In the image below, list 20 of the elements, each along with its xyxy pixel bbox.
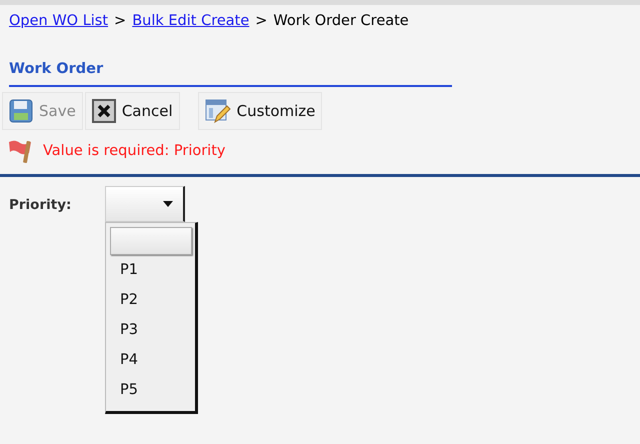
edit-form-icon xyxy=(204,98,231,124)
breadcrumb-separator: > xyxy=(255,13,268,31)
breadcrumb-link[interactable]: Open WO List xyxy=(9,13,108,35)
breadcrumb-current: Work Order Create xyxy=(273,13,409,31)
error-message: Value is required: Priority xyxy=(43,143,226,159)
dropdown-option[interactable]: P4 xyxy=(110,345,192,375)
flag-icon xyxy=(7,139,33,163)
close-icon xyxy=(92,99,116,123)
dropdown-option[interactable]: P1 xyxy=(110,255,192,285)
breadcrumb-link[interactable]: Bulk Edit Create xyxy=(132,13,250,35)
customize-button[interactable]: Customize xyxy=(198,92,322,130)
priority-dropdown[interactable] xyxy=(105,186,185,222)
dropdown-option[interactable]: P3 xyxy=(110,315,192,345)
section-title: Work Order xyxy=(9,61,104,77)
field-label: Priority: xyxy=(9,196,72,213)
dropdown-option[interactable]: P5 xyxy=(110,375,192,405)
cancel-button[interactable]: Cancel xyxy=(84,92,180,130)
caret-icon xyxy=(163,201,173,207)
breadcrumb-separator: > xyxy=(114,13,126,31)
dropdown-option[interactable]: P2 xyxy=(110,285,192,315)
